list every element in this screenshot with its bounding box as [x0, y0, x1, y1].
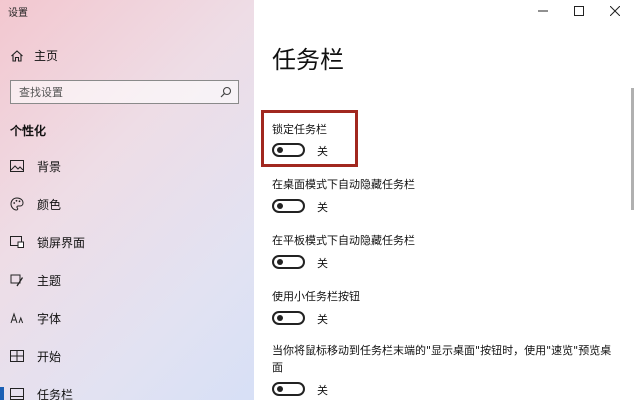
page-title: 任务栏: [272, 46, 344, 74]
toggle-small-buttons[interactable]: [272, 311, 305, 325]
minimize-icon: [538, 10, 548, 12]
sidebar-item-themes[interactable]: 主题: [10, 271, 61, 289]
sidebar-home-link[interactable]: 主页: [10, 47, 58, 64]
close-button[interactable]: [603, 2, 627, 20]
toggle-knob: [277, 386, 283, 392]
palette-icon: [10, 197, 24, 211]
toggle-state-label: 关: [317, 384, 328, 397]
setting-label-autohide-desktop: 在桌面模式下自动隐藏任务栏: [272, 178, 415, 191]
window-title: 设置: [8, 8, 28, 19]
sidebar-item-start[interactable]: 开始: [10, 347, 61, 365]
toggle-state-label: 关: [317, 201, 328, 214]
sidebar-item-label: 背景: [37, 159, 62, 174]
sidebar-item-label: 颜色: [37, 197, 62, 212]
search-icon[interactable]: [220, 86, 232, 98]
sidebar: 设置 主页 个性化 背景 颜色 锁屏界面 主题: [0, 0, 254, 400]
theme-brush-icon: [10, 273, 24, 287]
sidebar-item-label: 字体: [37, 311, 62, 326]
sidebar-item-lock-screen[interactable]: 锁屏界面: [10, 233, 85, 251]
setting-label-autohide-tablet: 在平板模式下自动隐藏任务栏: [272, 234, 415, 247]
sidebar-item-fonts[interactable]: 字体: [10, 309, 61, 327]
toggle-knob: [277, 315, 283, 321]
start-grid-icon: [10, 349, 24, 363]
setting-label-lock-taskbar: 锁定任务栏: [272, 123, 327, 136]
setting-label-small-buttons: 使用小任务栏按钮: [272, 290, 360, 303]
highlight-box: [261, 110, 358, 167]
toggle-state-label: 关: [317, 257, 328, 270]
sidebar-item-taskbar[interactable]: 任务栏: [0, 385, 74, 400]
taskbar-icon: [10, 387, 24, 400]
search-box[interactable]: [10, 80, 239, 104]
toggle-knob: [277, 259, 283, 265]
home-label: 主页: [34, 49, 59, 63]
toggle-state-label: 关: [317, 145, 328, 158]
sidebar-item-label: 任务栏: [37, 387, 74, 400]
sidebar-item-label: 开始: [37, 349, 62, 364]
toggle-knob: [277, 147, 283, 153]
toggle-lock-taskbar[interactable]: [272, 143, 305, 157]
main-pane: 任务栏 锁定任务栏 关 在桌面模式下自动隐藏任务栏 关 在平板模式下自动隐藏任务…: [254, 0, 634, 400]
toggle-autohide-desktop[interactable]: [272, 199, 305, 213]
toggle-autohide-tablet[interactable]: [272, 255, 305, 269]
maximize-button[interactable]: [567, 2, 591, 20]
setting-label-peek: 当你将鼠标移动到任务栏末端的"显示桌面"按钮时，使用"速览"预览桌面: [272, 344, 612, 374]
toggle-state-label: 关: [317, 313, 328, 326]
sidebar-item-colors[interactable]: 颜色: [10, 195, 61, 213]
minimize-button[interactable]: [531, 2, 555, 20]
lock-screen-icon: [10, 235, 24, 249]
picture-icon: [10, 159, 24, 173]
sidebar-item-background[interactable]: 背景: [10, 157, 61, 175]
home-icon: [10, 49, 24, 63]
section-title: 个性化: [10, 124, 47, 138]
font-icon: [10, 311, 24, 325]
toggle-knob: [277, 203, 283, 209]
search-input[interactable]: [11, 81, 214, 104]
sidebar-item-label: 主题: [37, 273, 62, 288]
close-icon: [610, 6, 620, 16]
maximize-icon: [574, 6, 584, 16]
sidebar-item-label: 锁屏界面: [37, 235, 86, 250]
toggle-peek[interactable]: [272, 382, 305, 396]
